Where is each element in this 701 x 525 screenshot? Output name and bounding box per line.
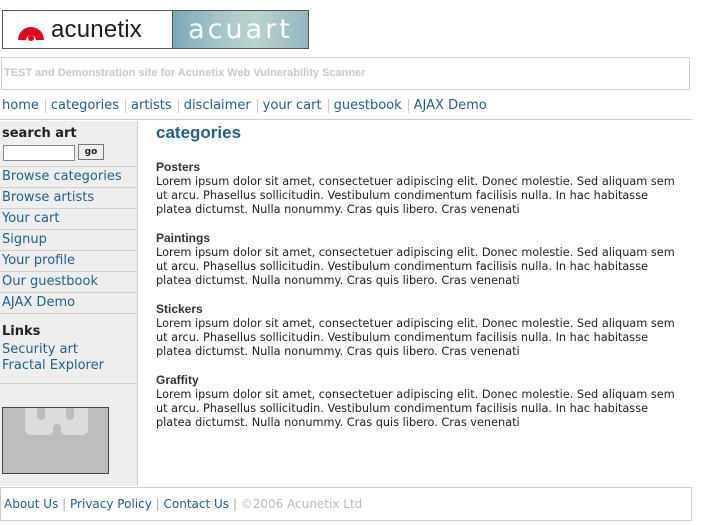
category-title-posters[interactable]: Posters [156,160,200,174]
sidebar-item-signup[interactable]: Signup [2,232,47,247]
category-item: Posters Lorem ipsum dolor sit amet, cons… [156,156,686,217]
acunetix-logo-icon [18,26,44,41]
footer-separator: | [232,497,237,511]
category-title-graffity[interactable]: Graffity [156,373,199,387]
top-navigation: home categories artists disclaimer your … [0,92,692,120]
acunetix-logo: acunetix [3,11,173,48]
footer-contact-us[interactable]: Contact Us [164,497,230,511]
category-description: Lorem ipsum dolor sit amet, consectetuer… [156,317,675,358]
category-title-stickers[interactable]: Stickers [156,302,203,316]
category-description: Lorem ipsum dolor sit amet, consectetuer… [156,246,675,287]
link-security-art[interactable]: Security art [2,342,78,357]
product-name: acuart [188,14,293,45]
nav-ajax-demo[interactable]: AJAX Demo [407,98,493,113]
page-title: categories [156,123,242,142]
nav-your-cart[interactable]: your cart [256,98,328,113]
footer-about-us[interactable]: About Us [4,497,58,511]
footer-separator: | [62,497,67,511]
site-tagline: TEST and Demonstration site for Acunetix… [1,57,690,90]
nav-home[interactable]: home [0,98,45,113]
footer-copyright: ©2006 Acunetix Ltd [240,497,363,511]
category-item: Stickers Lorem ipsum dolor sit amet, con… [156,298,686,359]
category-item: Paintings Lorem ipsum dolor sit amet, co… [156,227,686,288]
acuart-banner: acuart [173,11,308,48]
search-go-button[interactable]: go [78,144,104,160]
main-content: categories Posters Lorem ipsum dolor sit… [156,121,686,430]
puzzle-piece-icon [25,408,88,435]
sidebar-item-your-profile[interactable]: Your profile [2,253,75,268]
search-title: search art [2,126,77,141]
sidebar-divider [0,383,138,384]
site-logo[interactable]: acunetix acuart [2,10,309,49]
nav-artists[interactable]: artists [125,98,178,113]
sidebar-menu: Browse categories Browse artists Your ca… [0,166,138,314]
category-description: Lorem ipsum dolor sit amet, consectetuer… [156,388,675,429]
sidebar-item-browse-artists[interactable]: Browse artists [2,190,94,205]
brand-name: acunetix [51,15,142,43]
sidebar-item-ajax-demo[interactable]: AJAX Demo [2,295,75,310]
sidebar-item-browse-categories[interactable]: Browse categories [2,169,122,184]
links-list: Security art Fractal Explorer [2,342,104,374]
puzzle-image[interactable] [2,407,109,474]
link-fractal-explorer[interactable]: Fractal Explorer [2,358,104,373]
nav-categories[interactable]: categories [44,98,125,113]
footer: About Us | Privacy Policy | Contact Us |… [0,487,692,521]
category-description: Lorem ipsum dolor sit amet, consectetuer… [156,175,675,216]
sidebar: search art go Browse categories Browse a… [0,121,138,486]
category-title-paintings[interactable]: Paintings [156,231,210,245]
category-item: Graffity Lorem ipsum dolor sit amet, con… [156,369,686,430]
footer-privacy-policy[interactable]: Privacy Policy [70,497,152,511]
search-input[interactable] [3,145,75,161]
footer-separator: | [155,497,160,511]
nav-guestbook[interactable]: guestbook [327,98,408,113]
sidebar-item-our-guestbook[interactable]: Our guestbook [2,274,98,289]
sidebar-item-your-cart[interactable]: Your cart [2,211,59,226]
nav-disclaimer[interactable]: disclaimer [177,98,257,113]
links-title: Links [2,324,41,339]
